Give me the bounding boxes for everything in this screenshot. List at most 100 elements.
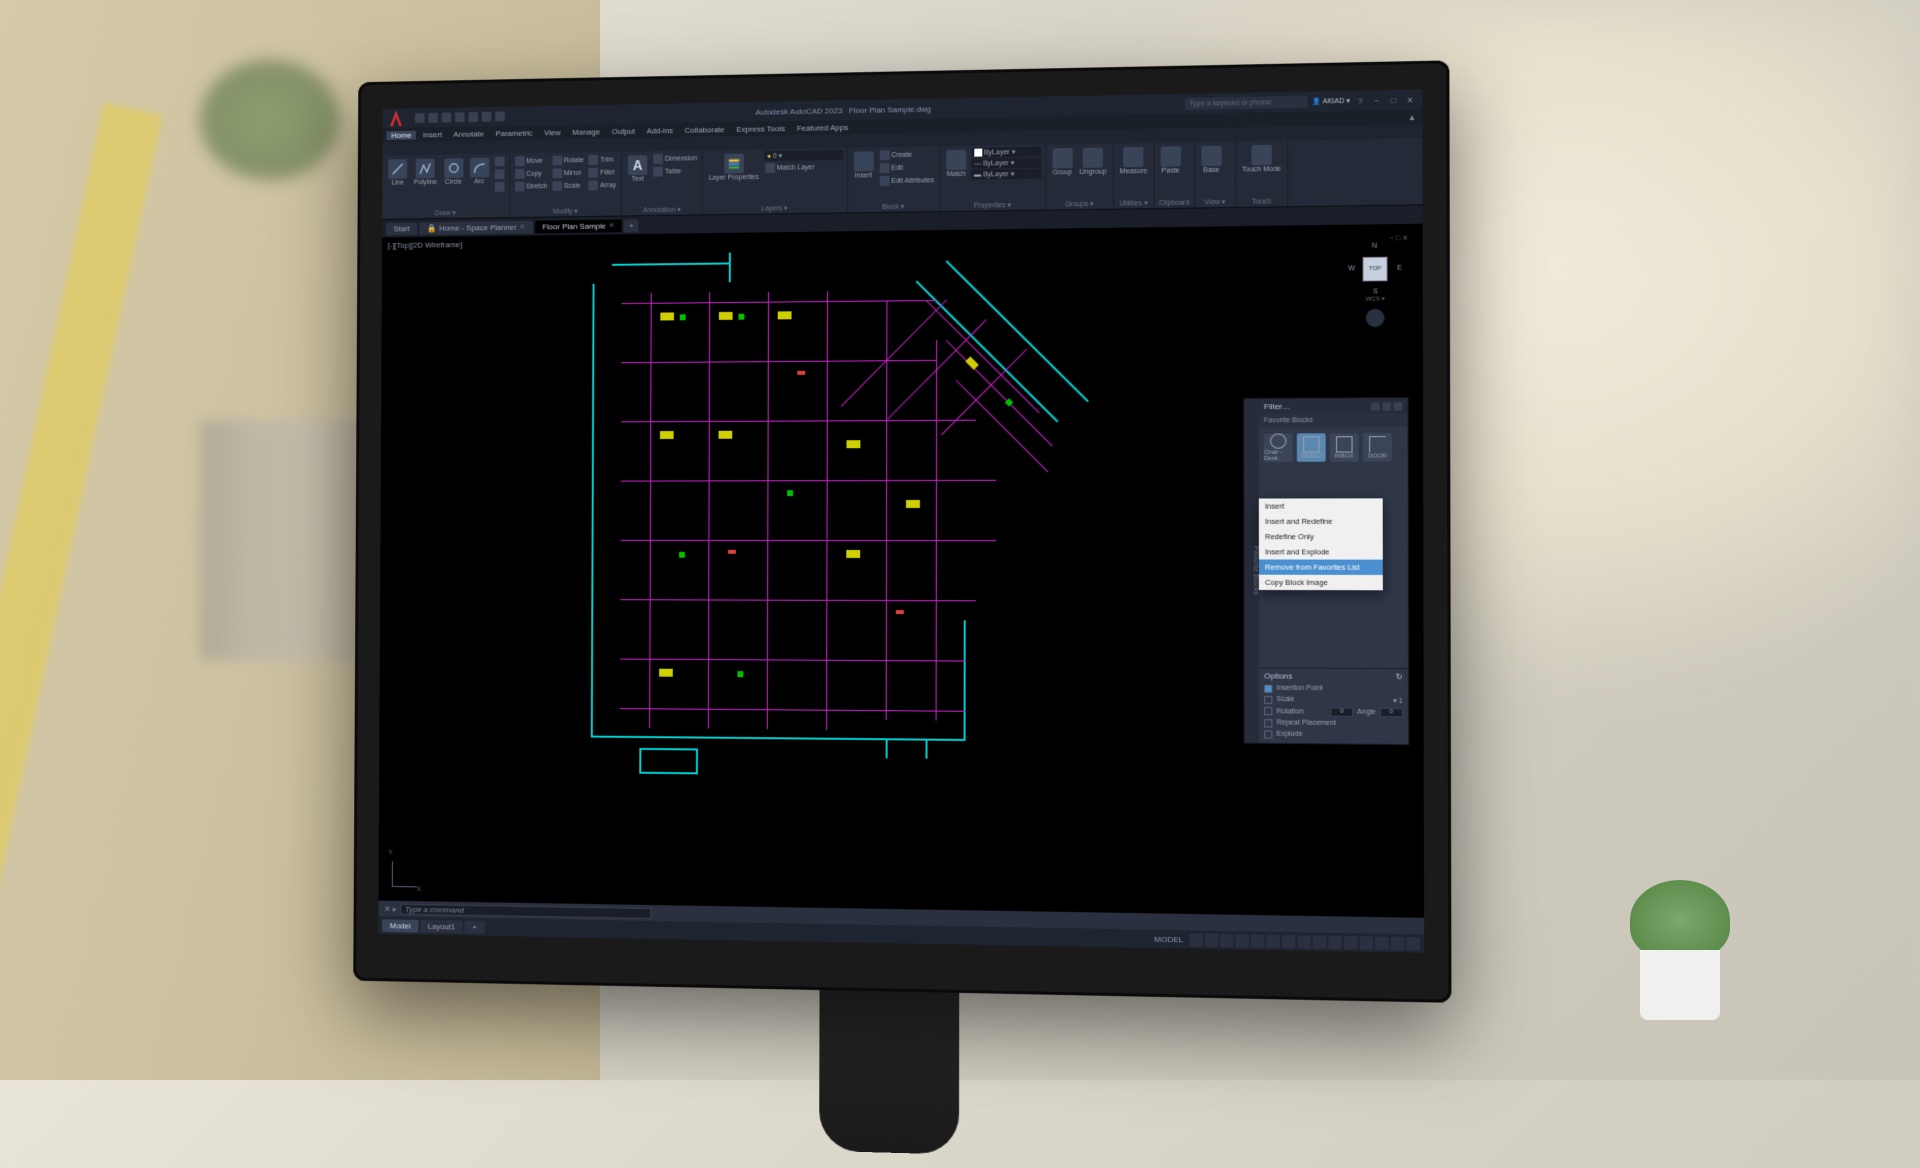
qat-undo-icon[interactable] bbox=[482, 112, 492, 122]
command-input[interactable]: Type a command bbox=[400, 903, 651, 918]
tab-home[interactable]: Home bbox=[386, 130, 416, 139]
measure-tool[interactable]: Measure bbox=[1118, 145, 1150, 178]
block-thumb-4[interactable]: DOOR bbox=[1363, 433, 1392, 462]
scale-tool[interactable]: Scale bbox=[551, 180, 584, 192]
isolate-icon[interactable] bbox=[1360, 936, 1374, 950]
arc-tool[interactable]: Arc bbox=[468, 156, 491, 188]
block-thumb-3[interactable]: INBOX bbox=[1330, 433, 1359, 462]
create-block-tool[interactable]: Create bbox=[878, 148, 935, 161]
ctx-copy-image[interactable]: Copy Block Image bbox=[1259, 575, 1383, 591]
array-tool[interactable]: Array bbox=[587, 179, 617, 191]
trim-tool[interactable]: Trim bbox=[588, 154, 618, 166]
linetype-dropdown[interactable]: ▬ ByLayer ▾ bbox=[971, 169, 1041, 180]
viewport-controls[interactable]: [-][Top][2D Wireframe] bbox=[388, 240, 463, 250]
model-tab[interactable]: Model bbox=[382, 919, 418, 932]
stretch-tool[interactable]: Stretch bbox=[514, 180, 549, 192]
clean-screen-icon[interactable] bbox=[1391, 936, 1405, 950]
move-tool[interactable]: Move bbox=[514, 155, 549, 167]
ucs-icon[interactable]: X Y bbox=[388, 852, 426, 892]
start-tab[interactable]: Start bbox=[386, 222, 417, 235]
qat-redo-icon[interactable] bbox=[495, 112, 505, 122]
help-search-input[interactable]: Type a keyword or phrase bbox=[1185, 96, 1308, 110]
fillet-tool[interactable]: Fillet bbox=[588, 166, 618, 178]
maximize-button[interactable]: □ bbox=[1387, 94, 1399, 106]
qat-new-icon[interactable] bbox=[415, 113, 425, 123]
osnap-toggle-icon[interactable] bbox=[1251, 934, 1264, 948]
tab-annotate[interactable]: Annotate bbox=[449, 129, 489, 138]
ctx-remove-favorites[interactable]: Remove from Favorites List bbox=[1259, 559, 1383, 574]
palette-filter[interactable]: Filter… bbox=[1264, 402, 1291, 411]
base-view-tool[interactable]: Base bbox=[1199, 144, 1223, 177]
layer-dropdown[interactable]: ● 0 ▾ bbox=[764, 150, 843, 161]
file-tab-1[interactable]: 🔒Home - Space Planner✕ bbox=[419, 220, 533, 234]
edit-block-tool[interactable]: Edit bbox=[878, 161, 935, 174]
tab-collaborate[interactable]: Collaborate bbox=[680, 125, 730, 135]
compass-s[interactable]: S bbox=[1373, 288, 1378, 295]
tab-express-tools[interactable]: Express Tools bbox=[731, 124, 790, 134]
model-space-viewport[interactable]: [-][Top][2D Wireframe] − □ ✕ N S E W TOP… bbox=[378, 224, 1424, 918]
opt-explode[interactable]: Explode bbox=[1264, 728, 1403, 740]
layout1-tab[interactable]: Layout1 bbox=[420, 919, 463, 933]
copy-tool[interactable]: Copy bbox=[514, 168, 549, 180]
rotate-tool[interactable]: Rotate bbox=[551, 154, 584, 166]
edit-attributes-tool[interactable]: Edit Attributes bbox=[878, 174, 935, 187]
qat-save-icon[interactable] bbox=[442, 113, 452, 123]
add-tab-button[interactable]: + bbox=[624, 219, 638, 232]
table-tool[interactable]: Table bbox=[652, 165, 698, 178]
palette-close-icon[interactable] bbox=[1394, 402, 1402, 410]
group-tool[interactable]: Group bbox=[1050, 146, 1074, 178]
dimension-tool[interactable]: Dimension bbox=[652, 152, 698, 165]
opt-rotation[interactable]: Rotation0Angle0 bbox=[1264, 705, 1403, 718]
tab-insert[interactable]: Insert bbox=[418, 130, 447, 139]
insert-block-tool[interactable]: Insert bbox=[852, 149, 876, 181]
qat-open-icon[interactable] bbox=[428, 113, 438, 123]
tab-parametric[interactable]: Parametric bbox=[491, 128, 538, 138]
close-tab-icon[interactable]: ✕ bbox=[609, 222, 615, 230]
compass-n[interactable]: N bbox=[1372, 243, 1377, 250]
viewcube[interactable]: − □ ✕ N S E W TOP WCS ▾ bbox=[1342, 234, 1408, 326]
layer-properties-tool[interactable]: Layer Properties bbox=[707, 151, 761, 183]
mirror-tool[interactable]: Mirror bbox=[551, 167, 584, 179]
tab-output[interactable]: Output bbox=[607, 126, 640, 135]
customize-icon[interactable] bbox=[1406, 937, 1420, 951]
annotation-scale-icon[interactable] bbox=[1313, 935, 1326, 949]
ortho-toggle-icon[interactable] bbox=[1220, 933, 1233, 947]
lineweight-dropdown[interactable]: — ByLayer ▾ bbox=[971, 158, 1041, 169]
compass-w[interactable]: W bbox=[1348, 265, 1355, 272]
tab-manage[interactable]: Manage bbox=[567, 127, 605, 136]
draw-extra-2[interactable] bbox=[493, 168, 505, 180]
hardware-accel-icon[interactable] bbox=[1375, 936, 1389, 950]
add-layout-button[interactable]: + bbox=[465, 920, 485, 933]
wcs-dropdown[interactable]: WCS ▾ bbox=[1342, 295, 1408, 303]
qat-plot-icon[interactable] bbox=[468, 112, 478, 122]
tab-addins[interactable]: Add-ins bbox=[642, 126, 678, 135]
touch-mode-tool[interactable]: Touch Mode bbox=[1240, 143, 1283, 176]
ctx-insert[interactable]: Insert bbox=[1259, 498, 1383, 513]
otrack-toggle-icon[interactable] bbox=[1266, 934, 1279, 948]
viewcube-face[interactable]: TOP bbox=[1363, 257, 1388, 282]
draw-extra-3[interactable] bbox=[493, 181, 505, 193]
compass-e[interactable]: E bbox=[1397, 265, 1402, 272]
block-thumb-1[interactable]: Chair - Desk bbox=[1264, 433, 1293, 462]
polar-toggle-icon[interactable] bbox=[1236, 934, 1249, 948]
text-tool[interactable]: AText bbox=[626, 153, 649, 185]
refresh-icon[interactable]: ↻ bbox=[1396, 672, 1403, 681]
lineweight-toggle-icon[interactable] bbox=[1282, 934, 1295, 948]
tab-featured-apps[interactable]: Featured Apps bbox=[792, 122, 853, 132]
match-layer-tool[interactable]: Match Layer bbox=[764, 161, 843, 174]
grid-toggle-icon[interactable] bbox=[1189, 933, 1202, 946]
user-account[interactable]: 👤 AKIAD ▾ bbox=[1312, 97, 1350, 106]
block-thumb-2[interactable]: DESK2 bbox=[1297, 433, 1326, 462]
minimize-button[interactable]: − bbox=[1371, 94, 1383, 106]
paste-tool[interactable]: Paste bbox=[1158, 144, 1182, 177]
tab-view[interactable]: View bbox=[539, 128, 565, 137]
snap-toggle-icon[interactable] bbox=[1205, 933, 1218, 946]
ribbon-collapse-icon[interactable]: ▲ bbox=[1406, 111, 1418, 123]
blocks-palette[interactable]: Favorite Blocks Filter… Favorite Blocks bbox=[1243, 397, 1409, 745]
file-tab-2[interactable]: Floor Plan Sample✕ bbox=[535, 219, 623, 233]
annotation-monitor-icon[interactable] bbox=[1344, 935, 1358, 949]
line-tool[interactable]: Line bbox=[386, 157, 409, 189]
qat-saveas-icon[interactable] bbox=[455, 112, 465, 122]
draw-extra-1[interactable] bbox=[494, 156, 506, 168]
transparency-toggle-icon[interactable] bbox=[1297, 935, 1310, 949]
